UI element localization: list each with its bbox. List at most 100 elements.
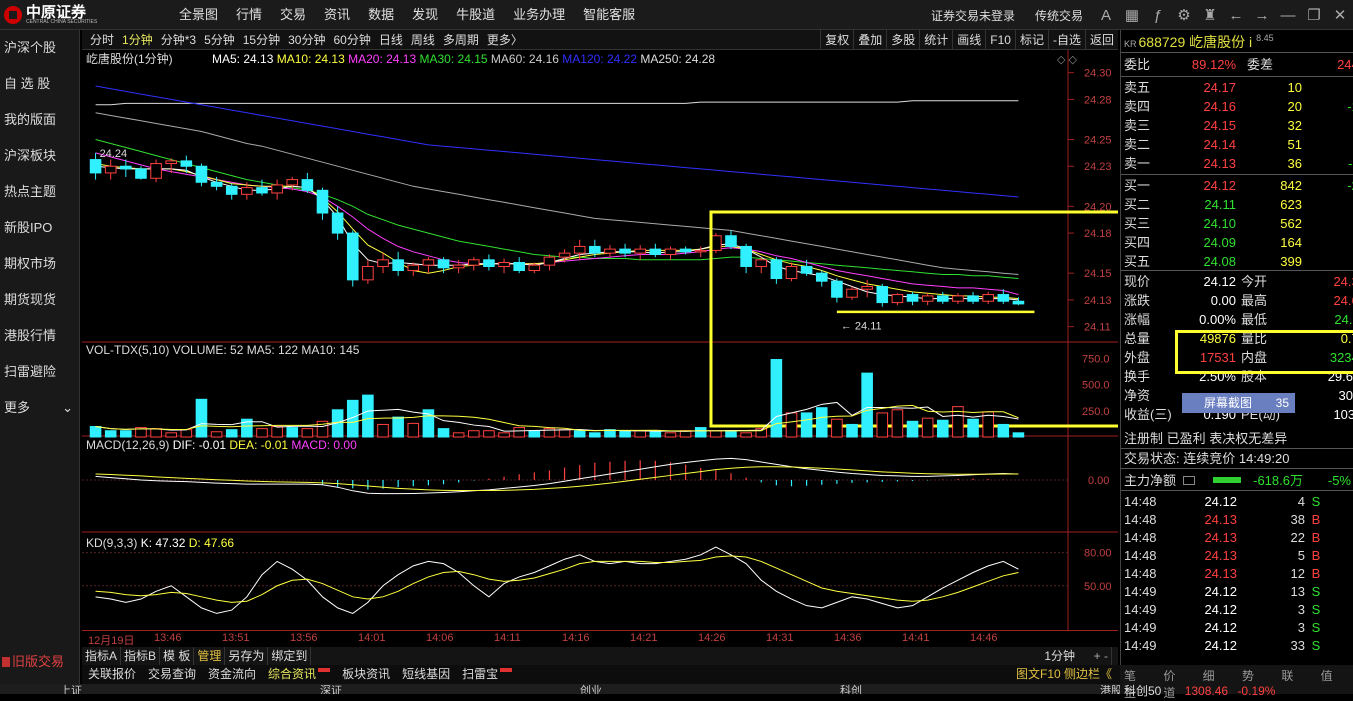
sidebar-item-5[interactable]: 新股IPO [0, 210, 79, 246]
candle-body [997, 294, 1010, 302]
menu-item-4[interactable]: 数据 [359, 0, 403, 30]
menu-item-0[interactable]: 全景图 [170, 0, 227, 30]
indicator-tab-3[interactable]: 管理 [194, 647, 226, 665]
menu-item-8[interactable]: 智能客服 [574, 0, 644, 30]
news-tab-2[interactable]: 资金流向 [202, 665, 262, 684]
menu-item-1[interactable]: 行情 [227, 0, 271, 30]
indicator-tab-5[interactable]: 绑定到 [268, 647, 312, 665]
close-icon[interactable]: ✕ [1327, 6, 1353, 24]
sidebar-item-6[interactable]: 期权市场 [0, 246, 79, 282]
period-tab-6[interactable]: 60分钟 [329, 30, 374, 50]
sidebar-item-2[interactable]: 我的版面 [0, 102, 79, 138]
indicator-tab-1[interactable]: 指标B [121, 647, 161, 665]
trade-login-status[interactable]: 证券交易未登录 [921, 7, 1025, 24]
screenshot-button[interactable]: 屏幕截图 35 [1182, 393, 1295, 413]
status-index-0[interactable]: 上证 [60, 684, 82, 694]
menu-item-2[interactable]: 交易 [271, 0, 315, 30]
menu-item-7[interactable]: 业务办理 [504, 0, 574, 30]
volume-bar [906, 420, 919, 438]
sidebar-item-3[interactable]: 沪深板块 [0, 138, 79, 174]
news-tab-5[interactable]: 短线基因 [396, 665, 456, 684]
indicator-tab-0[interactable]: 指标A [82, 647, 122, 665]
tool-button-7[interactable]: -自选 [1047, 30, 1085, 50]
period-tab-7[interactable]: 日线 [375, 30, 407, 50]
period-tab-3[interactable]: 5分钟 [200, 30, 239, 50]
sidebar-item-4[interactable]: 热点主题 [0, 174, 79, 210]
period-tab-9[interactable]: 多周期 [439, 30, 483, 50]
sidebar-item-8[interactable]: 港股行情 [0, 318, 79, 354]
status-index-4[interactable]: 港股 [1100, 684, 1122, 694]
period-tab-0[interactable]: 分时 [86, 30, 118, 50]
volume-bar [452, 432, 465, 438]
candle-body [755, 259, 768, 267]
sidebar-item-7[interactable]: 期货现货 [0, 282, 79, 318]
sidebar-item-9[interactable]: 扫雷避险 [0, 354, 79, 390]
stat-label-2: 最高 [1241, 293, 1268, 308]
font-size-icon[interactable]: A [1093, 7, 1119, 24]
news-tab-4[interactable]: 板块资讯 [336, 665, 396, 684]
indicator-tab-4[interactable]: 另存为 [225, 647, 269, 665]
level-price: 24.09 [1203, 235, 1236, 250]
bid-row-2: 买三 24.10 562 [1121, 214, 1353, 233]
sidebar-item-0[interactable]: 沪深个股 [0, 30, 79, 66]
news-tab-6[interactable]: 扫雷宝 [456, 665, 518, 684]
news-tabs: 关联报价 交易查询 资金流向 综合资讯 板块资讯 短线基因 扫雷宝 图文F10 侧边栏《 [82, 665, 1122, 684]
candle-body [982, 294, 994, 302]
f10-sidebar-toggle[interactable]: 图文F10 侧边栏《 [1010, 665, 1118, 684]
news-tab-0[interactable]: 关联报价 [82, 665, 142, 684]
restore-icon[interactable]: ❐ [1301, 6, 1327, 24]
time-tick: 13:51 [222, 632, 250, 644]
tool-button-4[interactable]: 画线 [952, 30, 985, 50]
period-tab-8[interactable]: 周线 [407, 30, 439, 50]
tick-row: 14:48 24.12 4 S [1121, 493, 1353, 511]
kd-k-line [95, 546, 1019, 614]
tool-button-6[interactable]: 标记 [1014, 30, 1048, 50]
stat-label-2: 最低 [1241, 312, 1268, 327]
period-tab-1[interactable]: 1分钟 [118, 30, 157, 50]
menu-item-3[interactable]: 资讯 [315, 0, 359, 30]
status-index-1[interactable]: 深证 [320, 684, 342, 694]
period-tab-2[interactable]: 分钟*3 [157, 30, 200, 50]
candle-body [392, 259, 404, 271]
zoom-controls[interactable]: + - [1091, 647, 1112, 665]
tool-button-5[interactable]: F10 [985, 30, 1015, 50]
tool-button-3[interactable]: 统计 [919, 30, 952, 50]
candle-body [634, 248, 647, 254]
forward-arrow-icon[interactable]: → [1249, 7, 1275, 24]
tool-button-1[interactable]: 叠加 [853, 30, 886, 50]
period-tab-5[interactable]: 30分钟 [284, 30, 329, 50]
tool-button-8[interactable]: 返回 [1084, 30, 1118, 50]
volume-bar [664, 432, 677, 438]
news-tab-3[interactable]: 综合资讯 [262, 665, 336, 684]
tool-button-2[interactable]: 多股 [886, 30, 919, 50]
classic-trade-link[interactable]: 传统交易 [1025, 7, 1093, 24]
period-tab-4[interactable]: 15分钟 [239, 30, 284, 50]
grid-icon[interactable]: ▦ [1119, 6, 1145, 24]
indicator-tab-2[interactable]: 模 板 [160, 647, 195, 665]
panel-settings-icon[interactable]: ◇ ◇ [1057, 54, 1078, 66]
old-version-trade-link[interactable]: 旧版交易 [0, 652, 80, 672]
sidebar-item-10[interactable]: 更多 ⌄ [0, 390, 79, 426]
chart-area[interactable]: 24.30 24.28 24.25 24.23 24.20 24.18 24.15 24.13… [82, 50, 1118, 630]
gear-icon[interactable]: ⚙ [1171, 6, 1197, 24]
status-index-3[interactable]: 科创 [840, 684, 862, 694]
ma-value: MA30: 24.15 [420, 52, 491, 66]
capital-detail-icon[interactable] [1183, 476, 1195, 485]
capital-pct: -5% [1327, 473, 1351, 488]
minimize-icon[interactable]: — [1275, 7, 1301, 24]
period-small-label[interactable]: 1分钟 [1041, 647, 1078, 665]
back-arrow-icon[interactable]: ← [1223, 7, 1249, 24]
level-volume: 623 [1280, 197, 1302, 212]
ma-value: MA20: 24.13 [348, 52, 419, 66]
candle-body [256, 187, 268, 194]
menu-item-6[interactable]: 牛股道 [447, 0, 504, 30]
fx-icon[interactable]: ƒ [1145, 7, 1171, 24]
kline-chart[interactable]: 24.3024.2824.2524.2324.2024.1824.1524.13… [82, 50, 1118, 630]
period-tab-10[interactable]: 更多〉 [483, 30, 527, 50]
shirt-icon[interactable]: ♜ [1197, 6, 1223, 24]
menu-item-5[interactable]: 发现 [403, 0, 447, 30]
status-index-2[interactable]: 创业 [580, 684, 602, 694]
news-tab-1[interactable]: 交易查询 [142, 665, 202, 684]
sidebar-item-1[interactable]: 自 选 股 [0, 66, 79, 102]
tool-button-0[interactable]: 复权 [820, 30, 853, 50]
